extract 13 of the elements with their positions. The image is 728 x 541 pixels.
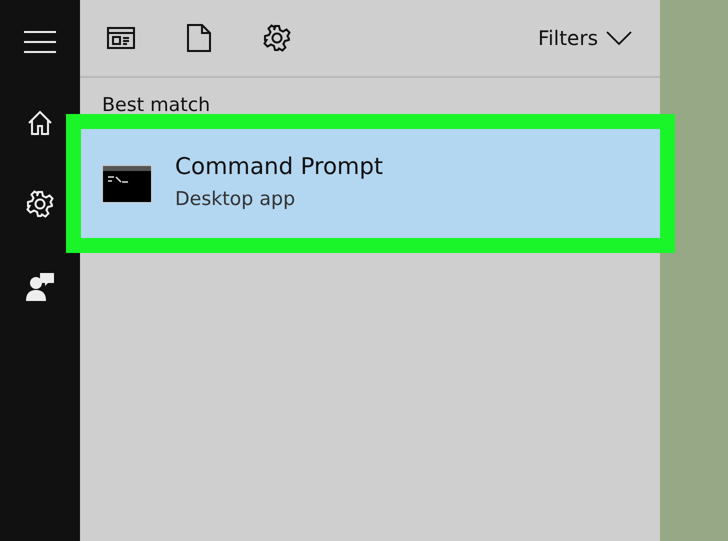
home-icon[interactable] <box>27 110 53 136</box>
document-icon[interactable] <box>187 24 211 52</box>
menu-icon[interactable] <box>24 31 56 53</box>
chevron-icon <box>606 31 632 45</box>
terminal-icon <box>102 164 152 202</box>
result-subtitle: Desktop app <box>175 188 296 210</box>
section-heading: Best match <box>102 94 212 116</box>
result-item[interactable]: Command Prompt Desktop app <box>80 129 660 238</box>
settings-icon[interactable] <box>263 24 291 52</box>
layout-icon[interactable] <box>107 27 135 49</box>
feedback-icon[interactable] <box>26 271 54 301</box>
result-title: Command Prompt <box>175 154 384 180</box>
filters-button[interactable]: Filters <box>538 26 632 50</box>
